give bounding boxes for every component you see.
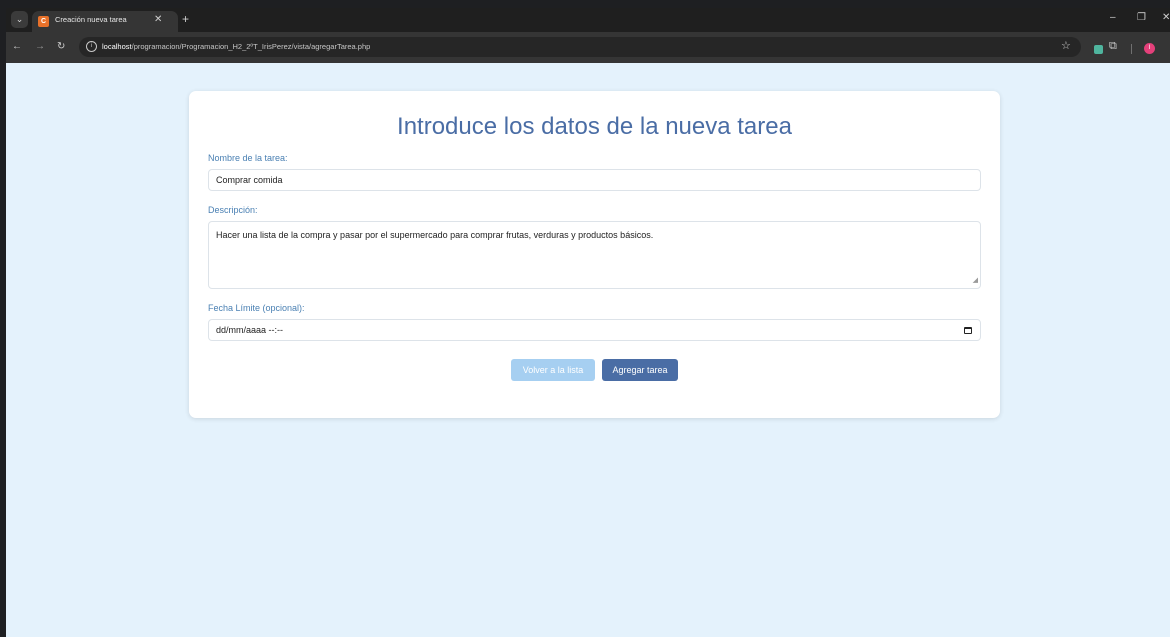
form-card: Introduce los datos de la nueva tarea No… [189,91,1000,418]
back-to-list-button[interactable]: Volver a la lista [511,359,595,381]
browser-toolbar: ← → ↻ i localhost/programacion/Programac… [6,32,1170,63]
favicon-icon: C [38,16,49,27]
url-host: localhost [102,42,132,51]
calendar-icon[interactable] [964,327,972,334]
task-name-label: Nombre de la tarea: [208,153,288,163]
puzzle-icon[interactable]: ⧉ [1109,40,1117,53]
resize-handle-icon[interactable]: ◢ [973,275,978,287]
due-date-label: Fecha Límite (opcional): [208,303,305,313]
page-title: Introduce los datos de la nueva tarea [397,113,792,140]
close-icon[interactable]: ✕ [154,14,162,25]
reload-icon[interactable]: ↻ [57,41,65,52]
back-arrow-icon[interactable]: ← [12,41,22,52]
extension-icon[interactable] [1094,45,1103,54]
browser-window: ⌄ C Creación nueva tarea ✕ + – ❐ ✕ ← → ↻… [6,8,1170,637]
minimize-icon[interactable]: – [1110,12,1116,23]
maximize-icon[interactable]: ❐ [1137,12,1146,23]
window-close-icon[interactable]: ✕ [1162,12,1170,23]
profile-avatar[interactable]: I [1144,43,1155,54]
url-path: /programacion/Programacion_H2_2ºT_IrisPe… [131,42,371,51]
bookmark-star-icon[interactable]: ☆ [1061,39,1071,52]
description-textarea[interactable]: Hacer una lista de la compra y pasar por… [208,221,981,289]
tab-title: Creación nueva tarea [55,15,127,24]
tab-active[interactable]: C Creación nueva tarea ✕ [32,11,178,32]
due-date-placeholder: dd/mm/aaaa --:-- [216,325,284,335]
forward-arrow-icon[interactable]: → [35,41,45,52]
tab-bar: ⌄ C Creación nueva tarea ✕ + – ❐ ✕ [6,8,1170,32]
tab-search-icon[interactable]: ⌄ [11,11,28,28]
toolbar-divider [1131,44,1132,54]
add-task-button[interactable]: Agregar tarea [602,359,678,381]
due-date-input[interactable]: dd/mm/aaaa --:-- [208,319,981,341]
description-text: Hacer una lista de la compra y pasar por… [216,230,654,240]
address-bar[interactable]: i localhost/programacion/Programacion_H2… [79,37,1081,57]
description-label: Descripción: [208,205,258,215]
url-text[interactable]: localhost/programacion/Programacion_H2_2… [102,42,370,51]
plus-icon[interactable]: + [182,12,189,26]
task-name-input[interactable]: Comprar comida [208,169,981,191]
site-info-icon[interactable]: i [86,41,97,52]
